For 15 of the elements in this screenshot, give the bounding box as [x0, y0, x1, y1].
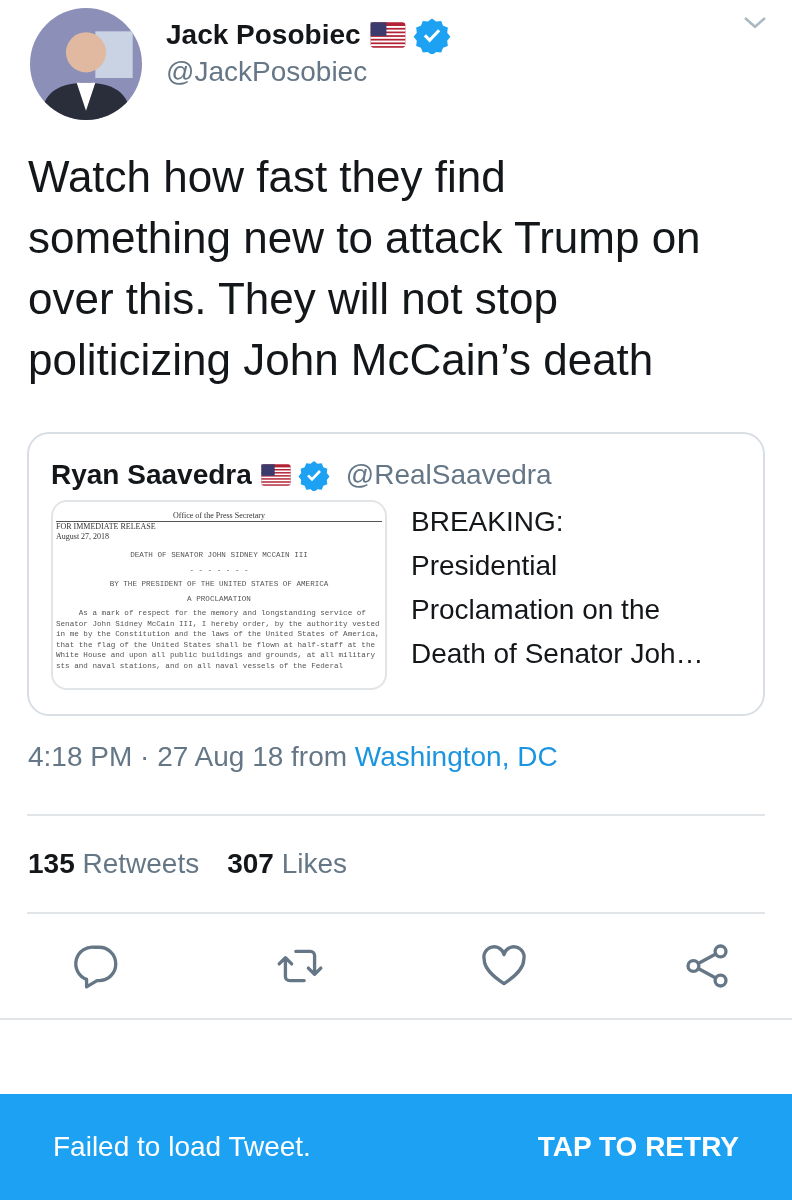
quoted-tweet-card[interactable]: [27, 432, 765, 716]
user-name: Ryan Saavedra: [51, 458, 252, 492]
tweet-text: Watch how fast they find something new to attack Trump on over this. They will not stop politicizing John McCain’s death: [27, 151, 702, 386]
user-handle: @RealSaavedra: [345, 458, 552, 492]
document-office: Office of the Press Secretary: [56, 510, 382, 522]
source-prefix: from: [291, 741, 348, 772]
stat-count[interactable]: 307 Likes: [227, 843, 348, 885]
user-name: Jack Posobiec: [166, 18, 361, 52]
stat-count[interactable]: 135 Retweets: [28, 843, 200, 885]
snackbar-message: Failed to load Tweet.: [53, 1130, 311, 1164]
document-date: August 27, 2018: [56, 532, 111, 542]
quoted-tweet-text: BREAKING: Presidential Proclamation on the Death of Senator Joh…: [411, 505, 705, 671]
user-handle: @JackPosobiec: [166, 55, 369, 89]
tweet-timestamp: 4:18 PM · 27 Aug 18: [28, 741, 284, 772]
document-release: FOR IMMEDIATE RELEASE: [56, 522, 157, 532]
